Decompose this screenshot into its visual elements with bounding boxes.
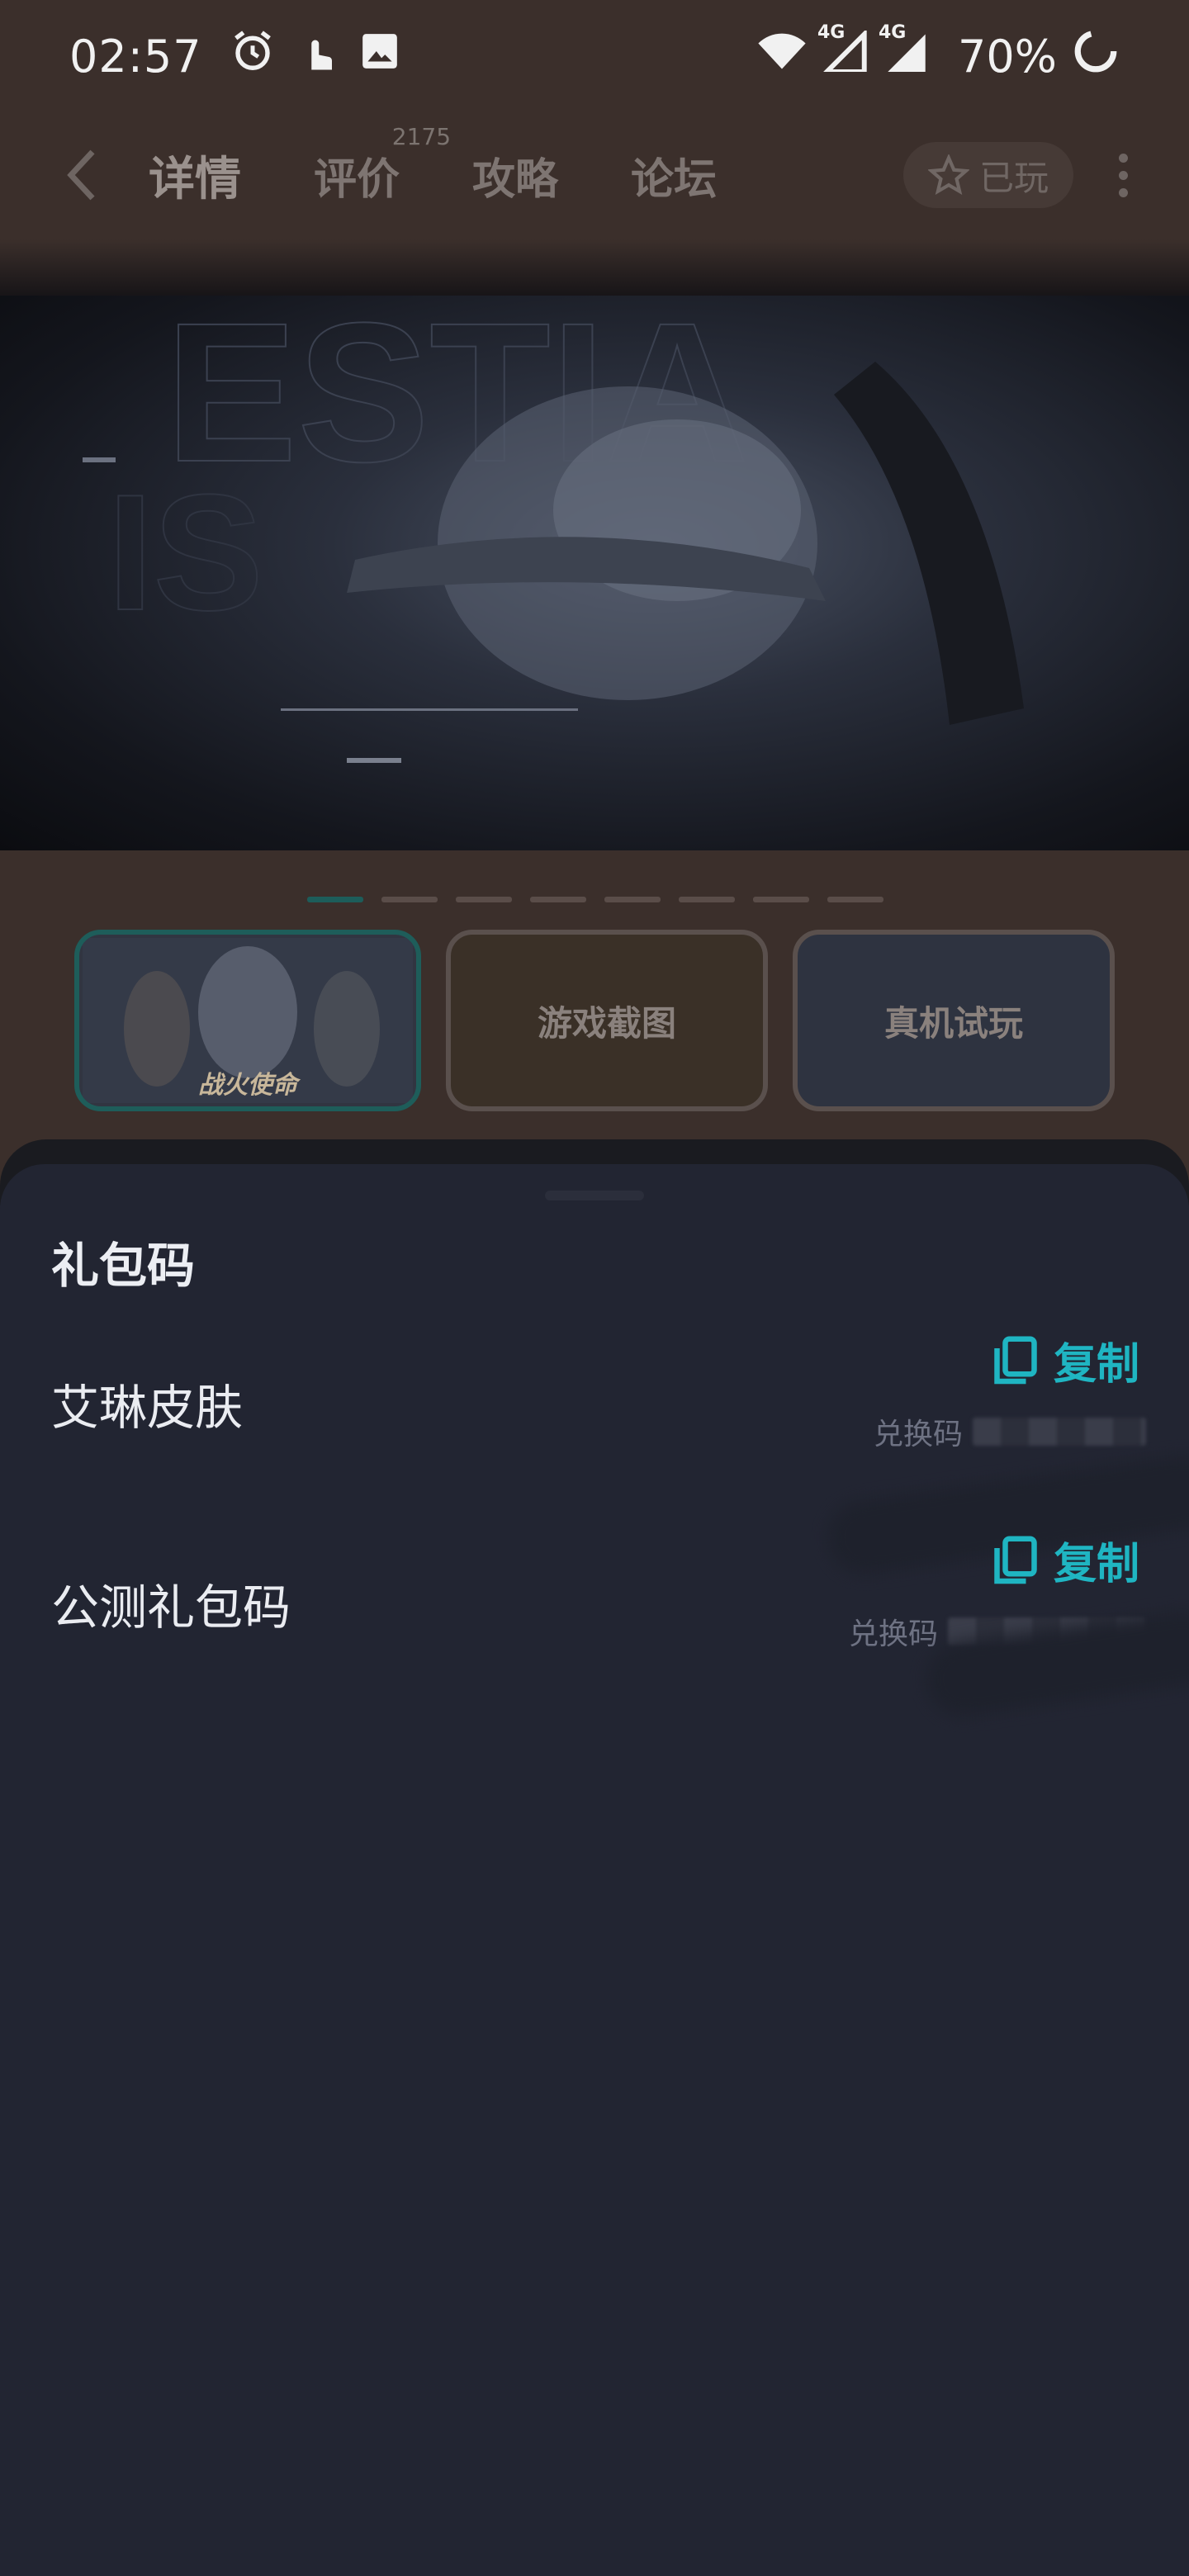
media-thumbnails: 战火使命 游戏截图 真机试玩 bbox=[74, 930, 1115, 1111]
played-button[interactable]: 已玩 bbox=[902, 142, 1073, 208]
copy-icon bbox=[994, 1536, 1037, 1584]
review-count-badge: 2175 bbox=[391, 122, 452, 150]
touch-icon bbox=[298, 29, 336, 84]
battery-percent: 70% bbox=[957, 30, 1057, 83]
pagination-dot[interactable] bbox=[827, 897, 883, 902]
chevron-left-icon bbox=[67, 149, 95, 201]
copy-button[interactable]: 复制 bbox=[992, 1329, 1139, 1391]
redeem-prefix: 兑换码 bbox=[873, 1418, 963, 1451]
status-notification-icons bbox=[230, 29, 400, 84]
pagination-dot[interactable] bbox=[530, 897, 586, 902]
pagination-dot[interactable] bbox=[307, 897, 363, 902]
redeem-code[interactable]: 兑换码 bbox=[874, 1410, 1146, 1453]
more-options-button[interactable] bbox=[1106, 142, 1139, 208]
sheet-title: 礼包码 bbox=[51, 1238, 196, 1294]
top-navigation: 详情 评价 2175 攻略 论坛 已玩 bbox=[0, 123, 1189, 226]
more-dot bbox=[1118, 170, 1128, 180]
game-art-caption: 战火使命 bbox=[198, 1071, 301, 1100]
game-art-image: 战火使命 bbox=[83, 938, 413, 1103]
game-banner-image[interactable]: ESTIA IS bbox=[0, 296, 1189, 850]
alarm-icon bbox=[230, 29, 275, 84]
pagination-dot[interactable] bbox=[381, 897, 438, 902]
thumbnail-trial-label: 真机试玩 bbox=[883, 1002, 1023, 1044]
gift-name: 公测礼包码 bbox=[51, 1579, 291, 1636]
gift-row-skin: 艾琳皮肤 复制 兑换码 bbox=[0, 1329, 1189, 1494]
star-icon bbox=[927, 154, 969, 196]
wifi-icon bbox=[756, 31, 808, 83]
tab-forum[interactable]: 论坛 bbox=[631, 144, 717, 206]
tab-details-label: 详情 bbox=[149, 152, 241, 206]
tab-guides-label: 攻略 bbox=[472, 154, 559, 205]
tab-reviews[interactable]: 评价 2175 bbox=[314, 123, 451, 206]
copy-button[interactable]: 复制 bbox=[992, 1529, 1139, 1591]
thumbnail-game-art[interactable]: 战火使命 bbox=[74, 930, 421, 1111]
played-label: 已玩 bbox=[978, 157, 1049, 198]
network-type-1: 4G bbox=[817, 21, 846, 43]
battery-ring-icon bbox=[1072, 27, 1120, 86]
tab-guides[interactable]: 攻略 bbox=[472, 144, 558, 206]
status-system-icons: 4G 4G 70% bbox=[756, 22, 1120, 86]
copy-icon bbox=[994, 1336, 1037, 1384]
banner-artwork: ESTIA IS bbox=[83, 296, 1024, 763]
status-bar: 02:57 4G 4G 70% bbox=[0, 0, 1189, 112]
pagination-dot[interactable] bbox=[456, 897, 512, 902]
back-button[interactable] bbox=[50, 142, 116, 208]
svg-text:IS: IS bbox=[107, 461, 263, 645]
image-icon bbox=[359, 31, 400, 83]
status-time: 02:57 bbox=[69, 30, 202, 83]
more-dot bbox=[1118, 187, 1128, 197]
background-page: 02:57 4G 4G 70% 详情 评价 2175 攻略 论坛 已玩 ESTI… bbox=[0, 0, 1189, 1205]
banner-pagination bbox=[307, 897, 883, 902]
copy-label: 复制 bbox=[1053, 1340, 1139, 1390]
gift-code-sheet: 礼包码 艾琳皮肤 复制 兑换码 公测礼包码 复制 兑换码 bbox=[0, 1164, 1189, 2576]
pagination-dot[interactable] bbox=[753, 897, 809, 902]
signal-icon-2: 4G bbox=[879, 22, 930, 83]
tab-reviews-label: 评价 bbox=[314, 154, 400, 205]
more-dot bbox=[1118, 153, 1128, 163]
network-type-2: 4G bbox=[878, 21, 907, 43]
tab-forum-label: 论坛 bbox=[631, 154, 718, 205]
thumbnail-screenshots-label: 游戏截图 bbox=[537, 1002, 676, 1044]
pagination-dot[interactable] bbox=[679, 897, 735, 902]
thumbnail-trial-video[interactable]: 真机试玩 bbox=[793, 930, 1115, 1111]
gift-name: 艾琳皮肤 bbox=[51, 1380, 244, 1436]
redeem-prefix: 兑换码 bbox=[848, 1617, 938, 1651]
pagination-dot[interactable] bbox=[604, 897, 661, 902]
sheet-drag-handle[interactable] bbox=[545, 1191, 644, 1200]
signal-icon-1: 4G bbox=[817, 22, 869, 83]
copy-label: 复制 bbox=[1053, 1540, 1139, 1589]
thumbnail-screenshots[interactable]: 游戏截图 bbox=[446, 930, 768, 1111]
redeem-code-obscured bbox=[973, 1418, 1146, 1446]
tab-details[interactable]: 详情 bbox=[149, 142, 241, 209]
